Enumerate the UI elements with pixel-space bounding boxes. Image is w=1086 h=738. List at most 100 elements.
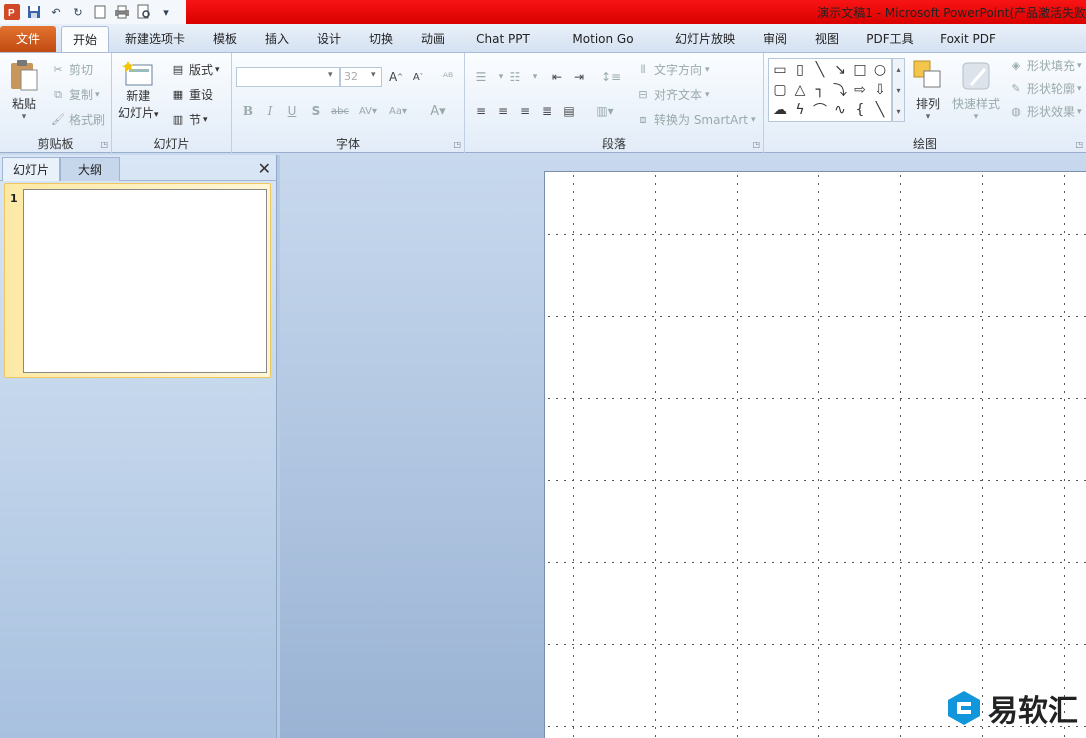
grow-font-icon[interactable]: A ^ xyxy=(386,67,406,87)
tab-design[interactable]: 设计 xyxy=(308,26,350,52)
shape-outline-button[interactable]: ✎ 形状轮廓 ▾ xyxy=(1008,80,1081,97)
down-arrow-shape-icon[interactable]: ⇩ xyxy=(870,80,890,100)
tab-slides[interactable]: 幻灯片 xyxy=(2,157,60,181)
new-icon[interactable] xyxy=(90,2,110,22)
grid-line xyxy=(545,480,1086,481)
tab-insert[interactable]: 插入 xyxy=(256,26,298,52)
clear-format-icon[interactable]: ᴬᴮ xyxy=(438,67,458,87)
shrink-font-icon[interactable]: Aˇ xyxy=(408,67,428,87)
tab-chat-ppt[interactable]: Chat PPT xyxy=(468,26,538,52)
print-icon[interactable] xyxy=(112,2,132,22)
oval-shape-icon[interactable]: ○ xyxy=(870,60,890,80)
tab-template[interactable]: 模板 xyxy=(204,26,246,52)
preview-icon[interactable] xyxy=(134,2,154,22)
font-size-dropdown-icon[interactable]: ▾ xyxy=(371,70,376,80)
redo-icon[interactable]: ↻ xyxy=(68,2,88,22)
tab-review[interactable]: 审阅 xyxy=(756,26,794,52)
save-icon[interactable] xyxy=(24,2,44,22)
cloud-shape-icon[interactable]: ☁ xyxy=(770,100,790,120)
tab-home[interactable]: 开始 xyxy=(61,26,109,52)
tab-slideshow[interactable]: 幻灯片放映 xyxy=(666,26,744,52)
shape-effects-button[interactable]: ◍ 形状效果 ▾ xyxy=(1008,103,1081,120)
undo-icon[interactable]: ↶ xyxy=(46,2,66,22)
italic-icon[interactable]: I xyxy=(260,101,280,121)
bullets-icon[interactable]: ☰ xyxy=(471,67,491,87)
tab-file[interactable]: 文件 xyxy=(0,26,56,52)
lightning-shape-icon[interactable]: ϟ xyxy=(790,100,810,120)
elbow-connector-shape-icon[interactable]: ┐ xyxy=(810,80,830,100)
numbering-dropdown-icon[interactable]: ▾ xyxy=(525,67,545,87)
quick-styles-button[interactable]: 快速样式 ▾ xyxy=(952,59,1000,122)
tab-view[interactable]: 视图 xyxy=(808,26,846,52)
clipboard-launcher-icon[interactable]: ◳ xyxy=(100,140,108,149)
align-right-icon[interactable]: ≡ xyxy=(515,101,535,121)
smartart-button[interactable]: ⧈ 转换为 SmartArt ▾ xyxy=(635,111,756,128)
elbow-arrow-shape-icon[interactable]: ⤵ xyxy=(830,80,850,100)
textbox-shape-icon[interactable]: ▭ xyxy=(770,60,790,80)
align-text-button[interactable]: ⊟ 对齐文本 ▾ xyxy=(635,86,709,103)
reset-button[interactable]: ▦ 重设 xyxy=(170,86,213,103)
tab-foxit-pdf[interactable]: Foxit PDF xyxy=(934,26,1002,52)
arrow-line-shape-icon[interactable]: ↘ xyxy=(830,60,850,80)
align-left-icon[interactable]: ≡ xyxy=(471,101,491,121)
slide-thumbnail[interactable] xyxy=(23,189,267,373)
section-button[interactable]: ▥ 节 ▾ xyxy=(170,111,208,128)
strikethrough-icon[interactable]: abc xyxy=(330,101,350,121)
close-icon[interactable]: ✕ xyxy=(258,159,271,178)
align-center-icon[interactable]: ≡ xyxy=(493,101,513,121)
shape-outline-label: 形状轮廓 xyxy=(1027,82,1076,96)
copy-button[interactable]: ⧉ 复制 ▾ xyxy=(50,86,99,103)
tab-new-tab[interactable]: 新建选项卡 xyxy=(116,26,194,52)
new-slide-label-1: 新建 xyxy=(126,89,151,103)
font-launcher-icon[interactable]: ◳ xyxy=(453,140,461,149)
line-shape-icon[interactable]: ╲ xyxy=(810,60,830,80)
distribute-icon[interactable]: ▤ xyxy=(559,101,579,121)
numbering-icon[interactable]: ☷ xyxy=(505,67,525,87)
layout-button[interactable]: ▤ 版式 ▾ xyxy=(170,61,220,78)
shapes-scroll[interactable]: ▴ ▾ ▾ xyxy=(892,58,905,122)
drawing-launcher-icon[interactable]: ◳ xyxy=(1075,140,1083,149)
tab-motion-go[interactable]: Motion Go xyxy=(562,26,644,52)
arrange-button[interactable]: 排列 ▾ xyxy=(912,59,944,122)
watermark-logo-icon xyxy=(948,691,980,725)
change-case-icon[interactable]: Aa▾ xyxy=(388,101,408,121)
slide-canvas[interactable]: 易软汇 xyxy=(544,171,1086,738)
clipboard-group-label: 剪贴板 xyxy=(37,137,74,151)
text-direction-button[interactable]: ⫴ 文字方向 ▾ xyxy=(635,61,710,78)
brace-shape-icon[interactable]: { xyxy=(850,100,870,120)
font-name-combo[interactable] xyxy=(236,67,340,87)
tab-pdf-tools[interactable]: PDF工具 xyxy=(858,26,922,52)
vertical-textbox-shape-icon[interactable]: ▯ xyxy=(790,60,810,80)
arc-shape-icon[interactable]: ⌒ xyxy=(810,100,830,120)
shape-fill-button[interactable]: ◈ 形状填充 ▾ xyxy=(1008,57,1082,74)
curve-shape-icon[interactable]: ∿ xyxy=(830,100,850,120)
cut-button[interactable]: ✂ 剪切 xyxy=(50,61,93,78)
char-spacing-icon[interactable]: AV▾ xyxy=(358,101,378,121)
triangle-shape-icon[interactable]: △ xyxy=(790,80,810,100)
bold-icon[interactable]: B xyxy=(238,101,258,121)
rectangle-shape-icon[interactable]: □ xyxy=(850,60,870,80)
right-arrow-shape-icon[interactable]: ⇨ xyxy=(850,80,870,100)
pencil-icon: ✎ xyxy=(1011,82,1021,95)
font-name-dropdown-icon[interactable]: ▾ xyxy=(328,70,333,80)
format-painter-button[interactable]: 🖌 格式刷 xyxy=(50,111,105,128)
increase-indent-icon[interactable]: ⇥ xyxy=(569,67,589,87)
paragraph-launcher-icon[interactable]: ◳ xyxy=(752,140,760,149)
paste-button[interactable]: 粘贴 ▾ xyxy=(8,59,40,122)
columns-icon[interactable]: ▥▾ xyxy=(595,101,615,121)
shadow-icon[interactable]: S xyxy=(306,101,326,121)
tab-transitions[interactable]: 切换 xyxy=(360,26,402,52)
new-slide-button[interactable]: 新建 幻灯片▾ xyxy=(118,59,159,121)
tab-outline[interactable]: 大纲 xyxy=(60,157,120,181)
font-color-icon[interactable]: A▾ xyxy=(428,101,448,121)
tab-animations[interactable]: 动画 xyxy=(412,26,454,52)
shapes-gallery[interactable]: ▭ ▯ ╲ ↘ □ ○ ▢ △ ┐ ⤵ ⇨ ⇩ ☁ ϟ ⌒ ∿ { ╲ xyxy=(768,58,892,122)
powerpoint-logo-icon[interactable]: P xyxy=(2,2,22,22)
justify-icon[interactable]: ≣ xyxy=(537,101,557,121)
rounded-rect-shape-icon[interactable]: ▢ xyxy=(770,80,790,100)
customize-icon[interactable]: ▾ xyxy=(156,2,176,22)
decrease-indent-icon[interactable]: ⇤ xyxy=(547,67,567,87)
underline-icon[interactable]: U xyxy=(282,101,302,121)
diagonal-line-shape-icon[interactable]: ╲ xyxy=(870,100,890,120)
line-spacing-icon[interactable]: ↕≡ xyxy=(601,67,621,87)
